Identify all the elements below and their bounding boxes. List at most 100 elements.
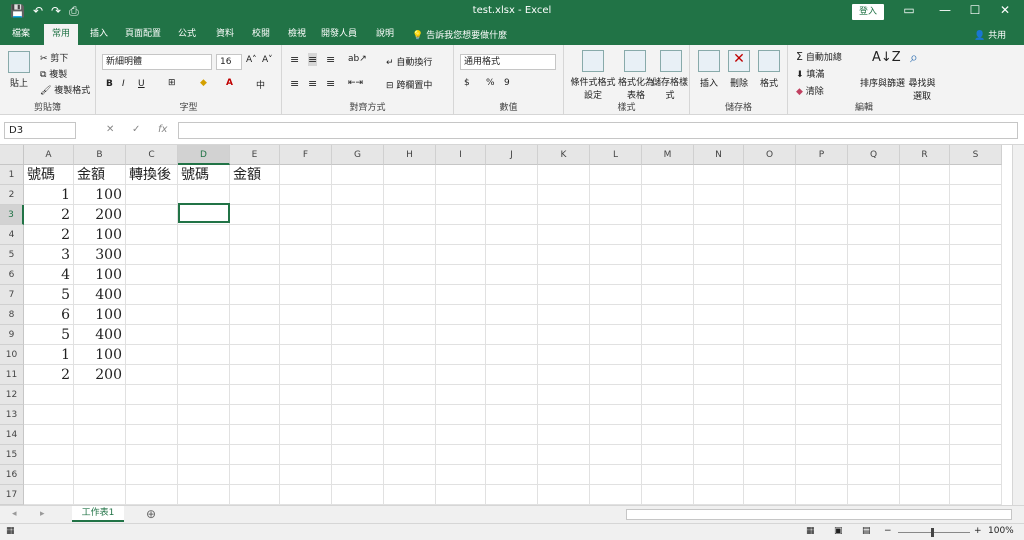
tab-data[interactable]: 資料 — [208, 24, 242, 45]
cell-a12[interactable] — [24, 385, 74, 405]
copy-button[interactable]: ⧉ 複製 — [40, 67, 67, 80]
cell-e12[interactable] — [230, 385, 280, 405]
cell-p5[interactable] — [796, 245, 848, 265]
cell-p3[interactable] — [796, 205, 848, 225]
cell-s4[interactable] — [950, 225, 1002, 245]
cell-j12[interactable] — [486, 385, 538, 405]
cell-k2[interactable] — [538, 185, 590, 205]
cell-q5[interactable] — [848, 245, 900, 265]
cell-a3[interactable]: 2 — [24, 205, 74, 225]
column-header-j[interactable]: J — [486, 145, 538, 165]
shrink-font-icon[interactable]: A˅ — [262, 55, 273, 65]
select-all-corner[interactable] — [0, 145, 24, 165]
cell-d8[interactable] — [178, 305, 230, 325]
row-header-14[interactable]: 14 — [0, 425, 24, 445]
cell-d6[interactable] — [178, 265, 230, 285]
formula-input[interactable] — [178, 122, 1018, 139]
cell-g1[interactable] — [332, 165, 384, 185]
cell-r17[interactable] — [900, 485, 950, 505]
bold-button[interactable]: B — [106, 79, 113, 89]
number-format-select[interactable]: 通用格式 — [460, 54, 556, 70]
cell-a2[interactable]: 1 — [24, 185, 74, 205]
tab-insert[interactable]: 插入 — [82, 24, 116, 45]
cell-b10[interactable]: 100 — [74, 345, 126, 365]
cell-b3[interactable]: 200 — [74, 205, 126, 225]
cell-g7[interactable] — [332, 285, 384, 305]
cell-c12[interactable] — [126, 385, 178, 405]
cell-c2[interactable] — [126, 185, 178, 205]
cell-j17[interactable] — [486, 485, 538, 505]
row-header-10[interactable]: 10 — [0, 345, 24, 365]
cell-h14[interactable] — [384, 425, 436, 445]
cell-l9[interactable] — [590, 325, 642, 345]
cell-s15[interactable] — [950, 445, 1002, 465]
cell-i14[interactable] — [436, 425, 486, 445]
macro-record-icon[interactable]: ▦ — [6, 526, 15, 536]
cell-e5[interactable] — [230, 245, 280, 265]
insert-function-icon[interactable]: fx — [158, 124, 167, 135]
cell-o13[interactable] — [744, 405, 796, 425]
cell-b1[interactable]: 金額 — [74, 165, 126, 185]
cell-g8[interactable] — [332, 305, 384, 325]
cell-s6[interactable] — [950, 265, 1002, 285]
autosum-button[interactable]: Σ 自動加總 — [796, 50, 842, 63]
cell-l7[interactable] — [590, 285, 642, 305]
cell-i5[interactable] — [436, 245, 486, 265]
cell-s16[interactable] — [950, 465, 1002, 485]
cell-e13[interactable] — [230, 405, 280, 425]
cell-i6[interactable] — [436, 265, 486, 285]
cell-o4[interactable] — [744, 225, 796, 245]
cell-f12[interactable] — [280, 385, 332, 405]
cell-q16[interactable] — [848, 465, 900, 485]
cell-r12[interactable] — [900, 385, 950, 405]
cell-l11[interactable] — [590, 365, 642, 385]
cell-p6[interactable] — [796, 265, 848, 285]
cell-k12[interactable] — [538, 385, 590, 405]
column-header-p[interactable]: P — [796, 145, 848, 165]
cell-e6[interactable] — [230, 265, 280, 285]
row-header-1[interactable]: 1 — [0, 165, 24, 185]
cell-a16[interactable] — [24, 465, 74, 485]
cell-f11[interactable] — [280, 365, 332, 385]
cell-g13[interactable] — [332, 405, 384, 425]
cell-k13[interactable] — [538, 405, 590, 425]
cell-m11[interactable] — [642, 365, 694, 385]
cell-m5[interactable] — [642, 245, 694, 265]
row-header-3[interactable]: 3 — [0, 205, 24, 225]
cell-f2[interactable] — [280, 185, 332, 205]
paste-button[interactable]: 貼上 — [10, 76, 28, 89]
cell-o15[interactable] — [744, 445, 796, 465]
cell-n15[interactable] — [694, 445, 744, 465]
row-header-16[interactable]: 16 — [0, 465, 24, 485]
cell-c6[interactable] — [126, 265, 178, 285]
page-break-view-icon[interactable]: ▤ — [862, 526, 871, 536]
cell-e7[interactable] — [230, 285, 280, 305]
worksheet-grid[interactable]: A B C D E F G H I J K L M N O P Q R S 1 號碼 金額 轉換後 號碼 金額 2 1 100 3 2 20… — [0, 145, 1012, 505]
cell-o16[interactable] — [744, 465, 796, 485]
cell-j4[interactable] — [486, 225, 538, 245]
cell-n1[interactable] — [694, 165, 744, 185]
cell-j3[interactable] — [486, 205, 538, 225]
cell-c16[interactable] — [126, 465, 178, 485]
column-header-g[interactable]: G — [332, 145, 384, 165]
minimize-icon[interactable]: — — [930, 3, 960, 17]
cell-e15[interactable] — [230, 445, 280, 465]
cell-p7[interactable] — [796, 285, 848, 305]
merge-center-button[interactable]: ⊟ 跨欄置中 — [386, 78, 432, 91]
cell-i10[interactable] — [436, 345, 486, 365]
cell-n9[interactable] — [694, 325, 744, 345]
cell-d13[interactable] — [178, 405, 230, 425]
cell-q1[interactable] — [848, 165, 900, 185]
cell-g17[interactable] — [332, 485, 384, 505]
cell-a17[interactable] — [24, 485, 74, 505]
cell-k16[interactable] — [538, 465, 590, 485]
cell-o3[interactable] — [744, 205, 796, 225]
align-center-icon[interactable]: ≡ — [308, 77, 317, 90]
cell-g16[interactable] — [332, 465, 384, 485]
cell-q7[interactable] — [848, 285, 900, 305]
cell-k4[interactable] — [538, 225, 590, 245]
column-header-h[interactable]: H — [384, 145, 436, 165]
cell-s11[interactable] — [950, 365, 1002, 385]
cell-l2[interactable] — [590, 185, 642, 205]
cell-d2[interactable] — [178, 185, 230, 205]
